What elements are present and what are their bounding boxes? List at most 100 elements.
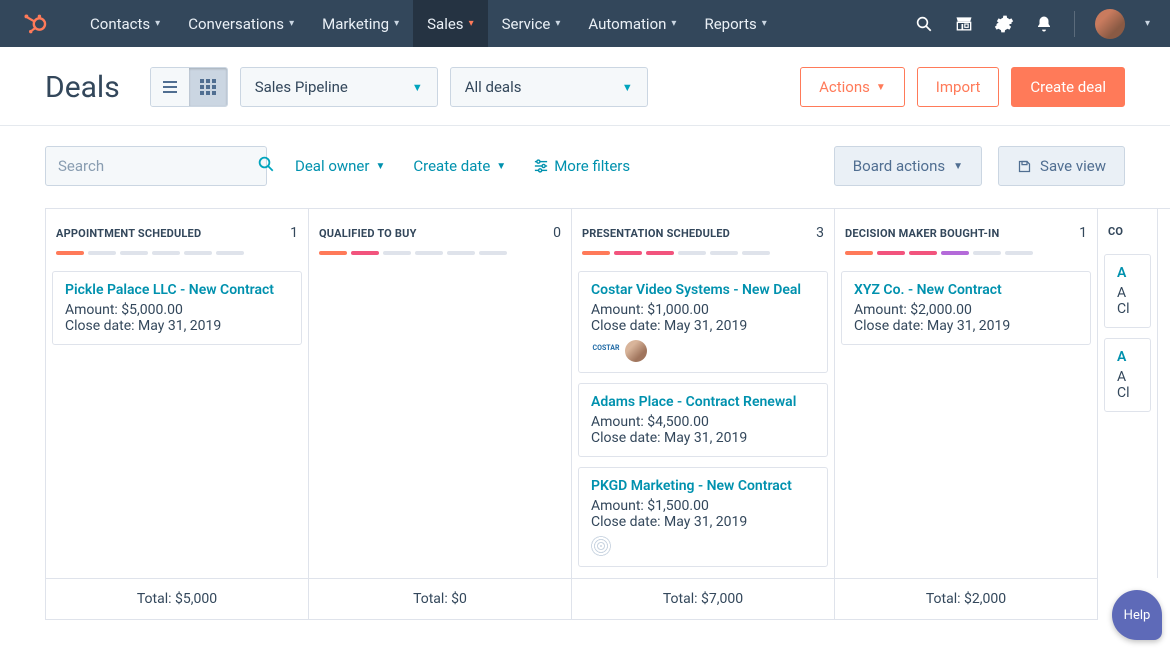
deal-title: Pickle Palace LLC - New Contract bbox=[65, 282, 289, 298]
deal-title: Costar Video Systems - New Deal bbox=[591, 282, 815, 298]
column-total: Total: $7,000 bbox=[572, 578, 835, 620]
chevron-down-icon: ▾ bbox=[394, 18, 399, 29]
chevron-down-icon: ▾ bbox=[671, 18, 676, 29]
create-date-filter[interactable]: Create date▼ bbox=[413, 157, 506, 175]
create-deal-button[interactable]: Create deal bbox=[1011, 67, 1125, 107]
deal-close-date: Close date: May 31, 2019 bbox=[591, 514, 815, 530]
user-avatar[interactable] bbox=[1095, 9, 1125, 39]
column-total: Total: $2,000 bbox=[835, 578, 1098, 620]
deal-title: PKGD Marketing - New Contract bbox=[591, 478, 815, 494]
column-title: CO bbox=[1108, 225, 1123, 238]
deal-avatars: COSTAR bbox=[591, 340, 815, 362]
board-column: PRESENTATION SCHEDULED 3 Costar Video Syst… bbox=[572, 209, 835, 578]
deal-card[interactable]: XYZ Co. - New Contract Amount: $2,000.00C… bbox=[841, 271, 1091, 345]
deal-amount: A bbox=[1117, 369, 1138, 385]
board-column: DECISION MAKER BOUGHT-IN 1 XYZ Co. - New C… bbox=[835, 209, 1098, 578]
board-column: APPOINTMENT SCHEDULED 1 Pickle Palace LLC … bbox=[46, 209, 309, 578]
deal-amount: Amount: $2,000.00 bbox=[854, 302, 1078, 318]
filter-bar: Deal owner▼ Create date▼ More filters Bo… bbox=[0, 126, 1170, 208]
column-title: DECISION MAKER BOUGHT-IN bbox=[845, 227, 999, 240]
nav-item-contacts[interactable]: Contacts▾ bbox=[76, 0, 174, 47]
column-count: 3 bbox=[816, 225, 824, 241]
chevron-down-icon: ▾ bbox=[155, 18, 160, 29]
top-nav: Contacts▾Conversations▾Marketing▾Sales▾S… bbox=[0, 0, 1170, 47]
nav-item-conversations[interactable]: Conversations▾ bbox=[174, 0, 308, 47]
column-title: PRESENTATION SCHEDULED bbox=[582, 227, 730, 240]
stage-progress bbox=[845, 251, 1087, 255]
nav-item-marketing[interactable]: Marketing▾ bbox=[308, 0, 413, 47]
marketplace-icon[interactable] bbox=[954, 14, 974, 34]
deal-card[interactable]: AACl bbox=[1104, 254, 1151, 328]
deal-card[interactable]: AACl bbox=[1104, 338, 1151, 412]
deal-amount: Amount: $1,000.00 bbox=[591, 302, 815, 318]
column-total: Total: $5,000 bbox=[46, 578, 309, 620]
deal-close-date: Close date: May 31, 2019 bbox=[591, 430, 815, 446]
chevron-down-icon: ▾ bbox=[555, 18, 560, 29]
deal-card[interactable]: Adams Place - Contract Renewal Amount: $4… bbox=[578, 383, 828, 457]
board-footer: Total: $5,000Total: $0Total: $7,000Total… bbox=[45, 578, 1170, 620]
board-view-button[interactable] bbox=[189, 68, 227, 106]
chevron-down-icon: ▼ bbox=[622, 81, 633, 94]
page-header: Deals Sales Pipeline ▼ All deals ▼ Actio… bbox=[0, 47, 1170, 126]
deal-title: A bbox=[1117, 349, 1138, 365]
nav-item-reports[interactable]: Reports▾ bbox=[690, 0, 780, 47]
search-icon[interactable] bbox=[914, 14, 934, 34]
board-column: QUALIFIED TO BUY 0 bbox=[309, 209, 572, 578]
actions-button[interactable]: Actions ▼ bbox=[800, 67, 905, 107]
deals-filter-select[interactable]: All deals ▼ bbox=[450, 67, 648, 107]
deal-amount: Amount: $5,000.00 bbox=[65, 302, 289, 318]
chevron-down-icon: ▾ bbox=[762, 18, 767, 29]
stage-progress bbox=[319, 251, 561, 255]
bell-icon[interactable] bbox=[1034, 14, 1054, 34]
chevron-down-icon: ▾ bbox=[289, 18, 294, 29]
deals-board: APPOINTMENT SCHEDULED 1 Pickle Palace LLC … bbox=[45, 208, 1170, 578]
deal-title: XYZ Co. - New Contract bbox=[854, 282, 1078, 298]
deal-card[interactable]: Pickle Palace LLC - New Contract Amount: … bbox=[52, 271, 302, 345]
deal-owner-filter[interactable]: Deal owner▼ bbox=[295, 157, 385, 175]
column-total: Total: $0 bbox=[309, 578, 572, 620]
divider bbox=[1074, 11, 1075, 37]
column-title: APPOINTMENT SCHEDULED bbox=[56, 227, 201, 240]
pipeline-value: Sales Pipeline bbox=[255, 78, 348, 96]
save-view-button[interactable]: Save view bbox=[998, 146, 1125, 186]
board-actions-button[interactable]: Board actions▼ bbox=[834, 146, 982, 186]
deal-amount: A bbox=[1117, 285, 1138, 301]
deal-amount: Amount: $4,500.00 bbox=[591, 414, 815, 430]
deals-filter-value: All deals bbox=[465, 78, 522, 96]
page-title: Deals bbox=[45, 70, 120, 105]
help-button[interactable]: Help bbox=[1112, 590, 1162, 640]
nav-item-automation[interactable]: Automation▾ bbox=[574, 0, 690, 47]
column-title: QUALIFIED TO BUY bbox=[319, 227, 417, 240]
chevron-down-icon: ▾ bbox=[469, 18, 474, 29]
deal-close-date: Close date: May 31, 2019 bbox=[591, 318, 815, 334]
deal-amount: Amount: $1,500.00 bbox=[591, 498, 815, 514]
pipeline-select[interactable]: Sales Pipeline ▼ bbox=[240, 67, 438, 107]
board-column: COAAClAACl bbox=[1098, 209, 1158, 578]
gear-icon[interactable] bbox=[994, 14, 1014, 34]
deal-close-date: Close date: May 31, 2019 bbox=[65, 318, 289, 334]
search-input-wrapper bbox=[45, 146, 267, 186]
deal-card[interactable]: Costar Video Systems - New Deal Amount: $… bbox=[578, 271, 828, 373]
hubspot-logo[interactable] bbox=[20, 10, 48, 38]
deal-title: A bbox=[1117, 265, 1138, 281]
list-view-button[interactable] bbox=[151, 68, 189, 106]
view-toggle bbox=[150, 67, 228, 107]
stage-progress bbox=[56, 251, 298, 255]
search-input[interactable] bbox=[58, 157, 257, 175]
nav-item-service[interactable]: Service▾ bbox=[488, 0, 575, 47]
import-button[interactable]: Import bbox=[917, 67, 1000, 107]
deal-card[interactable]: PKGD Marketing - New Contract Amount: $1,… bbox=[578, 467, 828, 567]
chevron-down-icon: ▼ bbox=[412, 81, 423, 94]
column-count: 1 bbox=[290, 225, 298, 241]
nav-item-sales[interactable]: Sales▾ bbox=[413, 0, 487, 47]
search-icon[interactable] bbox=[257, 155, 275, 177]
column-count: 0 bbox=[553, 225, 561, 241]
deal-title: Adams Place - Contract Renewal bbox=[591, 394, 815, 410]
deal-close-date: Cl bbox=[1117, 385, 1138, 401]
chevron-down-icon: ▼ bbox=[876, 82, 886, 93]
deal-close-date: Cl bbox=[1117, 301, 1138, 317]
deal-close-date: Close date: May 31, 2019 bbox=[854, 318, 1078, 334]
column-count: 1 bbox=[1079, 225, 1087, 241]
more-filters-button[interactable]: More filters bbox=[534, 157, 630, 175]
stage-progress bbox=[582, 251, 824, 255]
